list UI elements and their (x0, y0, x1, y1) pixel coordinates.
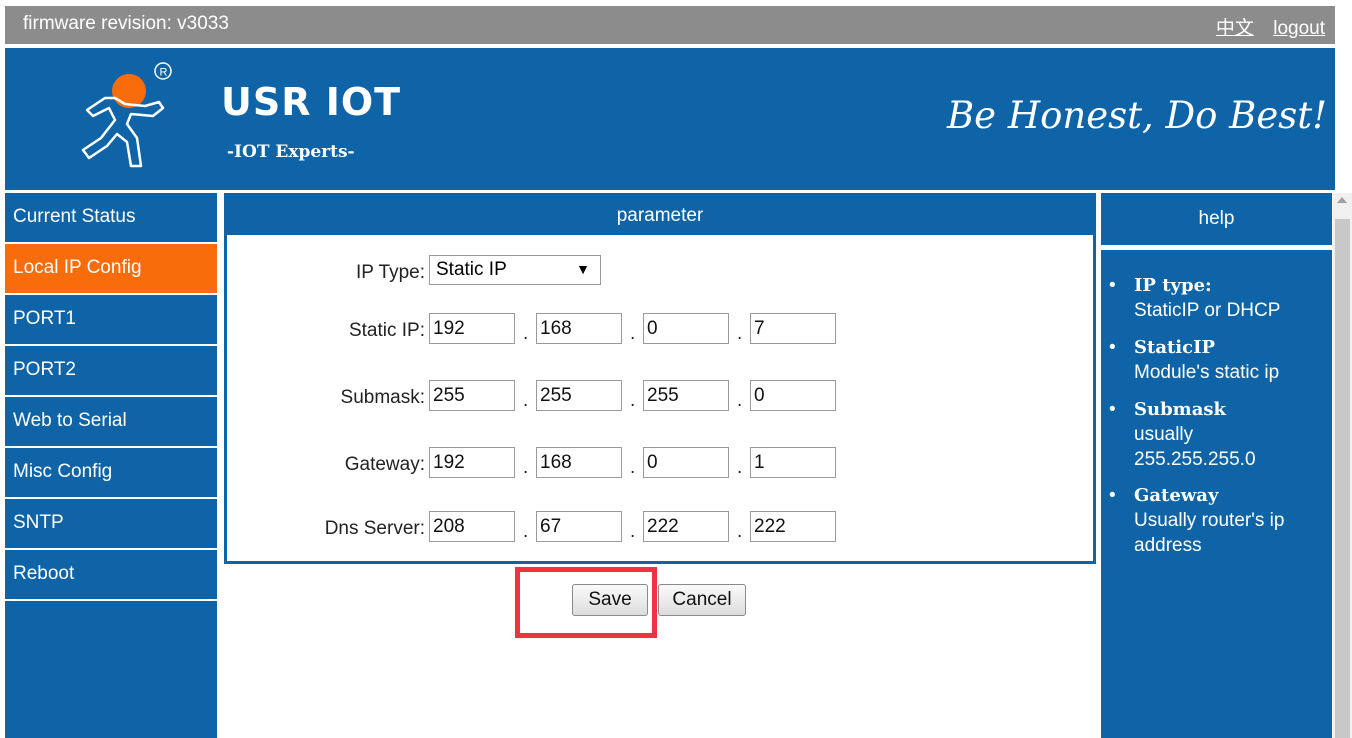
dns-server-label: Dns Server: (324, 518, 425, 539)
help-item-title: StaticIP (1134, 337, 1216, 358)
top-links: 中文 logout (1202, 13, 1325, 40)
bullet: • (1109, 485, 1116, 506)
highlight-box (515, 567, 657, 638)
sidebar-item-web-to-serial[interactable]: Web to Serial (5, 397, 217, 448)
dot-separator: . (523, 323, 529, 344)
usr-person-logo-icon: R (81, 62, 172, 168)
static-ip-label: Static IP: (348, 320, 425, 341)
parameter-panel: IP Type: Static IP ▼ Static IP: . . . Su… (224, 235, 1096, 564)
header-banner: R USR IOT -IOT Experts- Be Honest, Do Be… (5, 48, 1335, 190)
svg-text:R: R (160, 67, 168, 79)
dot-separator: . (630, 323, 636, 344)
sidebar-nav: Current Status Local IP Config PORT1 POR… (5, 193, 217, 738)
bullet: • (1109, 337, 1116, 358)
language-link[interactable]: 中文 (1216, 18, 1254, 39)
gateway-octet-2[interactable] (536, 447, 622, 478)
gateway-label: Gateway: (344, 454, 425, 475)
help-item-title: IP type: (1134, 275, 1212, 296)
static-ip-octet-2[interactable] (536, 313, 622, 344)
submask-octet-4[interactable] (750, 380, 836, 411)
static-ip-octet-4[interactable] (750, 313, 836, 344)
help-item-static-ip: • StaticIP Module's static ip (1109, 335, 1329, 385)
dot-separator: . (630, 457, 636, 478)
dns-octet-3[interactable] (643, 511, 729, 542)
logout-link[interactable]: logout (1273, 18, 1325, 39)
dot-separator: . (737, 323, 743, 344)
brand-name: USR IOT (221, 80, 402, 124)
submask-row: Submask: . . . (227, 380, 1093, 416)
dot-separator: . (523, 457, 529, 478)
top-bar: firmware revision: v3033 中文 logout (5, 6, 1335, 44)
firmware-revision: firmware revision: v3033 (23, 13, 229, 34)
sidebar-item-reboot[interactable]: Reboot (5, 550, 217, 601)
dns-octet-1[interactable] (429, 511, 515, 542)
dot-separator: . (737, 390, 743, 411)
help-item-gateway: • Gateway Usually router's ip address (1109, 483, 1329, 558)
help-item-title: Submask (1134, 399, 1226, 420)
dot-separator: . (737, 521, 743, 542)
bullet: • (1109, 399, 1116, 420)
help-item-ip-type: • IP type: StaticIP or DHCP (1109, 273, 1329, 323)
help-panel: • IP type: StaticIP or DHCP • StaticIP M… (1101, 250, 1332, 738)
dns-octet-4[interactable] (750, 511, 836, 542)
dns-server-row: Dns Server: . . . (227, 511, 1093, 547)
brand-tagline: -IOT Experts- (227, 142, 355, 162)
help-item-desc: Module's static ip (1134, 362, 1280, 383)
gateway-octet-1[interactable] (429, 447, 515, 478)
help-header: help (1101, 193, 1332, 245)
scroll-up-arrow-icon[interactable] (1337, 197, 1347, 203)
help-item-desc: usually 255.255.255.0 (1134, 424, 1256, 470)
motto: Be Honest, Do Best! (946, 94, 1327, 137)
sidebar-item-port2[interactable]: PORT2 (5, 346, 217, 397)
ip-type-row: IP Type: (227, 235, 1093, 283)
gateway-octet-4[interactable] (750, 447, 836, 478)
dot-separator: . (630, 521, 636, 542)
submask-label: Submask: (340, 387, 425, 408)
help-item-desc: StaticIP or DHCP (1134, 300, 1281, 321)
gateway-row: Gateway: . . . (227, 447, 1093, 483)
sidebar-item-misc-config[interactable]: Misc Config (5, 448, 217, 499)
dropdown-arrow-icon: ▼ (576, 261, 590, 277)
sidebar-item-port1[interactable]: PORT1 (5, 295, 217, 346)
ip-type-select[interactable]: Static IP ▼ (429, 255, 601, 285)
dot-separator: . (630, 390, 636, 411)
cancel-button[interactable]: Cancel (658, 584, 746, 616)
scrollbar-thumb[interactable] (1335, 219, 1350, 738)
static-ip-row: Static IP: . . . (227, 313, 1093, 349)
page-scrollbar[interactable] (1333, 193, 1352, 738)
gateway-octet-3[interactable] (643, 447, 729, 478)
submask-octet-3[interactable] (643, 380, 729, 411)
dns-octet-2[interactable] (536, 511, 622, 542)
ip-type-label: IP Type: (355, 262, 425, 283)
help-item-desc: Usually router's ip address (1134, 510, 1285, 556)
help-item-submask: • Submask usually 255.255.255.0 (1109, 397, 1329, 472)
static-ip-octet-3[interactable] (643, 313, 729, 344)
submask-octet-1[interactable] (429, 380, 515, 411)
help-item-title: Gateway (1134, 485, 1219, 506)
submask-octet-2[interactable] (536, 380, 622, 411)
sidebar-item-sntp[interactable]: SNTP (5, 499, 217, 550)
static-ip-octet-1[interactable] (429, 313, 515, 344)
dot-separator: . (737, 457, 743, 478)
ip-type-value: Static IP (436, 259, 507, 280)
sidebar-item-local-ip-config[interactable]: Local IP Config (5, 244, 217, 295)
dot-separator: . (523, 390, 529, 411)
sidebar-item-current-status[interactable]: Current Status (5, 193, 217, 244)
parameter-header: parameter (224, 193, 1096, 235)
dot-separator: . (523, 521, 529, 542)
bullet: • (1109, 275, 1116, 296)
